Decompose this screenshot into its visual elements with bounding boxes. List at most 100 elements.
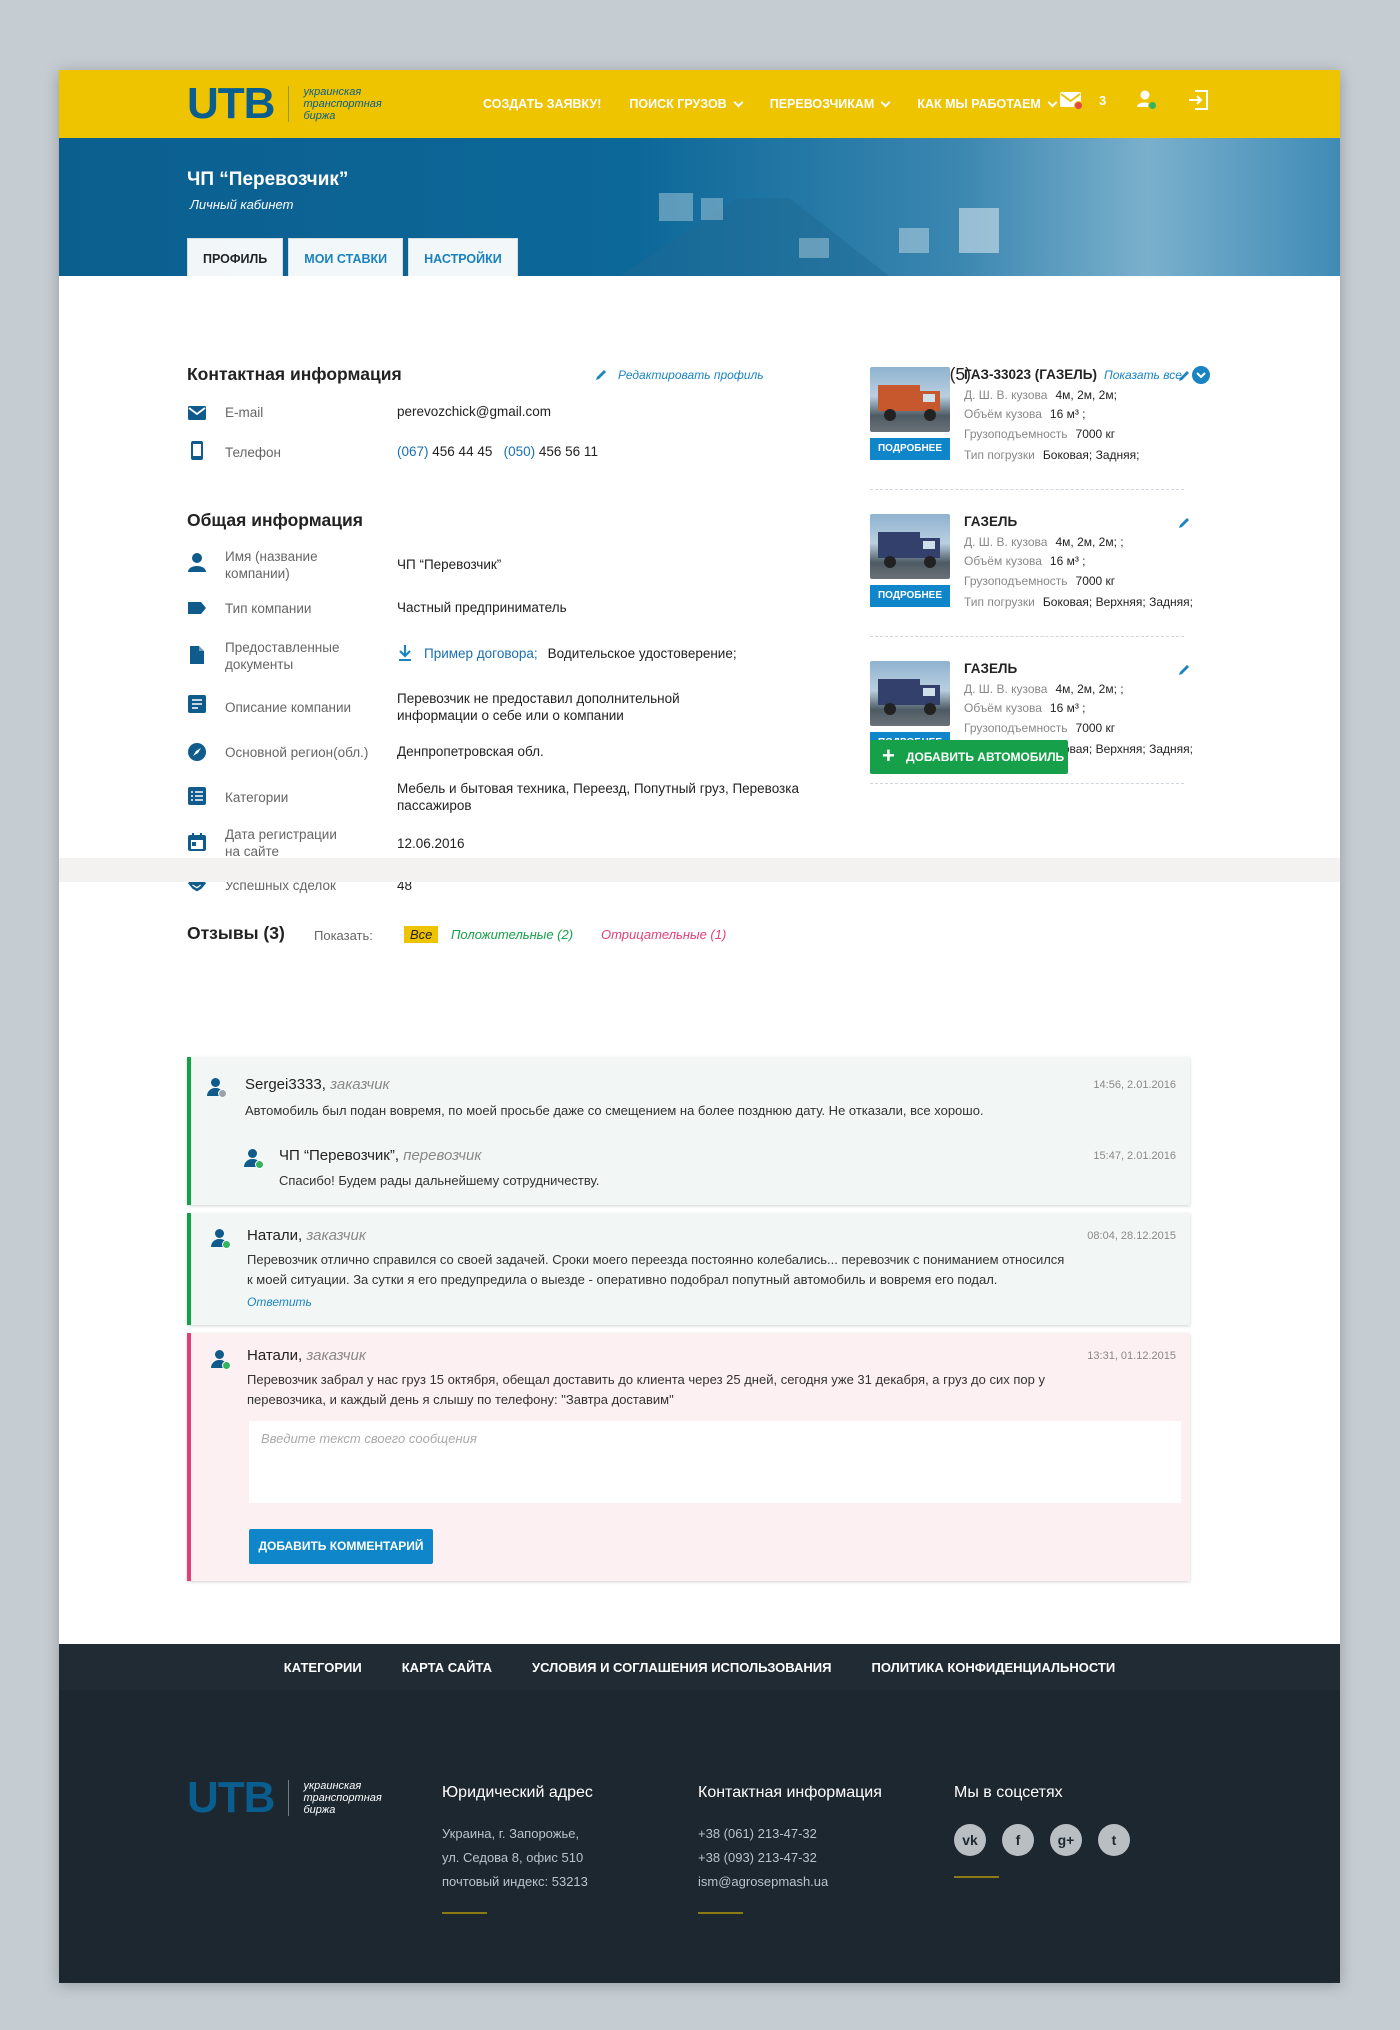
author-name: Натали,: [247, 1347, 303, 1364]
truck-image: [878, 385, 940, 421]
vehicle-photo[interactable]: [870, 367, 950, 432]
fleet-separator: [870, 636, 1184, 637]
header-icons: 3: [1059, 88, 1210, 112]
vehicle-name: ГАЗЕЛЬ: [964, 661, 1018, 676]
review-text-line-2: к моей ситуации. За сутки я его предупре…: [247, 1272, 998, 1287]
mail-count: 3: [1099, 92, 1107, 108]
address-heading: Юридический адрес: [442, 1784, 593, 1801]
twitter-icon[interactable]: t: [1098, 1824, 1130, 1856]
site-logo[interactable]: UTB украинская транспортная биржа: [187, 82, 393, 126]
logo-divider: [288, 1780, 290, 1816]
nav-create-request[interactable]: СОЗДАТЬ ЗАЯВКУ!: [483, 97, 601, 111]
general-heading: Общая информация: [187, 510, 363, 530]
author-name: Натали,: [247, 1227, 303, 1244]
address-line: ул. Седова 8, офис 510: [442, 1850, 584, 1865]
logout-icon[interactable]: [1186, 88, 1210, 112]
spec-label: Тип погрузки: [964, 448, 1035, 462]
logo-mark: UTB: [187, 1773, 275, 1822]
spec-value: 16 м³ ;: [1049, 407, 1086, 421]
spec-loading: Тип погрузки Боковая; Задняя;: [964, 448, 1139, 462]
phone1-code[interactable]: (067): [397, 444, 429, 459]
email-value: perevozchick@gmail.com: [397, 404, 552, 419]
footer: КАТЕГОРИИ КАРТА САЙТА УСЛОВИЯ И СОГЛАШЕН…: [59, 1644, 1340, 1983]
docs-values: Пример договора; Водительское удостовере…: [397, 644, 737, 662]
filter-negative[interactable]: Отрицательные (1): [601, 927, 726, 942]
reply-link[interactable]: Ответить: [247, 1295, 312, 1309]
review-item: Натали, заказчик 08:04, 28.12.2015 Перев…: [187, 1213, 1190, 1325]
mail-icon[interactable]: [1059, 90, 1083, 110]
spec-value: Боковая; Верхняя; Задняя;: [1042, 595, 1193, 609]
vehicle-photo[interactable]: [870, 661, 950, 726]
footer-link-sitemap[interactable]: КАРТА САЙТА: [402, 1660, 492, 1675]
region-label: Основной регион(обл.): [225, 745, 369, 760]
footer-link-categories[interactable]: КАТЕГОРИИ: [284, 1660, 362, 1675]
vehicle-photo[interactable]: [870, 514, 950, 579]
fleet-car-card: ПОДРОБНЕЕ ГАЗЕЛЬ Д. Ш. В. кузова 4м, 2м, 2м…: [870, 514, 1193, 624]
fleet-separator: [870, 489, 1184, 490]
customer-avatar-icon: [211, 1350, 231, 1370]
contact-email[interactable]: ism@agrosepmash.ua: [698, 1874, 828, 1889]
vk-icon[interactable]: vk: [954, 1824, 986, 1856]
filter-positive[interactable]: Положительные (2): [451, 927, 573, 942]
top-bar: UTB украинская транспортная биржа СОЗДАТ…: [59, 70, 1340, 138]
address-line: Украина, г. Запорожье,: [442, 1826, 580, 1841]
spec-capacity: Грузоподъемность 7000 кг: [964, 721, 1115, 735]
details-button[interactable]: ПОДРОБНЕЕ: [870, 438, 950, 460]
tab-profile[interactable]: ПРОФИЛЬ: [187, 238, 284, 276]
spec-capacity: Грузоподъемность 7000 кг: [964, 427, 1115, 441]
pencil-icon[interactable]: [1177, 369, 1191, 383]
chevron-down-icon: [1047, 97, 1058, 107]
list-icon: [188, 787, 206, 805]
edit-profile-link[interactable]: Редактировать профиль: [594, 368, 764, 382]
pencil-icon[interactable]: [1177, 516, 1191, 530]
spec-dims: Д. Ш. В. кузова 4м, 2м, 2м; ;: [964, 682, 1124, 696]
chevron-down-icon: [880, 97, 891, 107]
review-item: Натали, заказчик 13:31, 01.12.2015 Перев…: [187, 1333, 1190, 1581]
tab-my-bids[interactable]: МОИ СТАВКИ: [288, 238, 404, 276]
contract-sample-link[interactable]: Пример договора;: [424, 645, 538, 662]
reply-date: 15:47, 2.01.2016: [1093, 1150, 1176, 1162]
nav-carriers[interactable]: ПЕРЕВОЗЧИКАМ: [769, 97, 891, 111]
customer-avatar-icon: [207, 1078, 227, 1098]
nav-label: ПЕРЕВОЗЧИКАМ: [769, 97, 875, 111]
email-label: E-mail: [225, 405, 264, 420]
pencil-icon[interactable]: [1177, 663, 1191, 677]
details-button[interactable]: ПОДРОБНЕЕ: [870, 585, 950, 607]
filter-all[interactable]: Все: [404, 926, 439, 943]
add-car-button[interactable]: ДОБАВИТЬ АВТОМОБИЛЬ: [870, 739, 1068, 774]
footer-logo[interactable]: UTB украинская транспортная биржа: [187, 1773, 393, 1822]
description-icon: [188, 695, 206, 713]
reviews-heading: Отзывы (3): [187, 923, 285, 943]
reply-author: ЧП “Перевозчик”, перевозчик: [279, 1147, 481, 1164]
footer-link-privacy[interactable]: ПОЛИТИКА КОНФИДЕНЦИАЛЬНОСТИ: [872, 1660, 1116, 1675]
footer-link-terms[interactable]: УСЛОВИЯ И СОГЛАШЕНИЯ ИСПОЛЬЗОВАНИЯ: [532, 1660, 831, 1675]
spec-volume: Объём кузова 16 м³ ;: [964, 701, 1086, 715]
accent-line: [442, 1912, 487, 1914]
address-line: почтовый индекс: 53213: [442, 1874, 588, 1889]
google-plus-icon[interactable]: g+: [1050, 1824, 1082, 1856]
review-text-line-2: перевозчика, и каждый день я слышу по те…: [247, 1392, 674, 1407]
spec-label: Тип погрузки: [964, 595, 1035, 609]
user-icon[interactable]: [1136, 89, 1158, 111]
add-car-label: ДОБАВИТЬ АВТОМОБИЛЬ: [906, 750, 1065, 764]
facebook-icon[interactable]: f: [1002, 1824, 1034, 1856]
spec-value: 7000 кг: [1075, 574, 1116, 588]
spec-value: 4м, 2м, 2м; ;: [1055, 535, 1124, 549]
contact-phone[interactable]: +38 (061) 213-47-32: [698, 1826, 817, 1841]
unread-dot: [1074, 101, 1083, 110]
tab-settings[interactable]: НАСТРОЙКИ: [408, 238, 518, 276]
nav-label: КАК МЫ РАБОТАЕМ: [917, 97, 1041, 111]
phone2-code[interactable]: (050): [504, 444, 536, 459]
tag-icon: [188, 602, 206, 614]
spec-label: Объём кузова: [964, 407, 1042, 421]
author-name: ЧП “Перевозчик”,: [279, 1147, 400, 1164]
nav-how-we-work[interactable]: КАК МЫ РАБОТАЕМ: [917, 97, 1058, 111]
comment-textarea[interactable]: Введите текст своего сообщения: [249, 1421, 1181, 1503]
spec-value: 4м, 2м, 2м;: [1055, 388, 1117, 402]
truck-image: [878, 532, 940, 568]
calendar-icon: [188, 833, 206, 851]
nav-cargo-search[interactable]: ПОИСК ГРУЗОВ: [629, 97, 744, 111]
contact-phone[interactable]: +38 (093) 213-47-32: [698, 1850, 817, 1865]
add-comment-button[interactable]: ДОБАВИТЬ КОММЕНТАРИЙ: [249, 1529, 433, 1564]
name-label: Имя (название компании): [225, 549, 318, 581]
